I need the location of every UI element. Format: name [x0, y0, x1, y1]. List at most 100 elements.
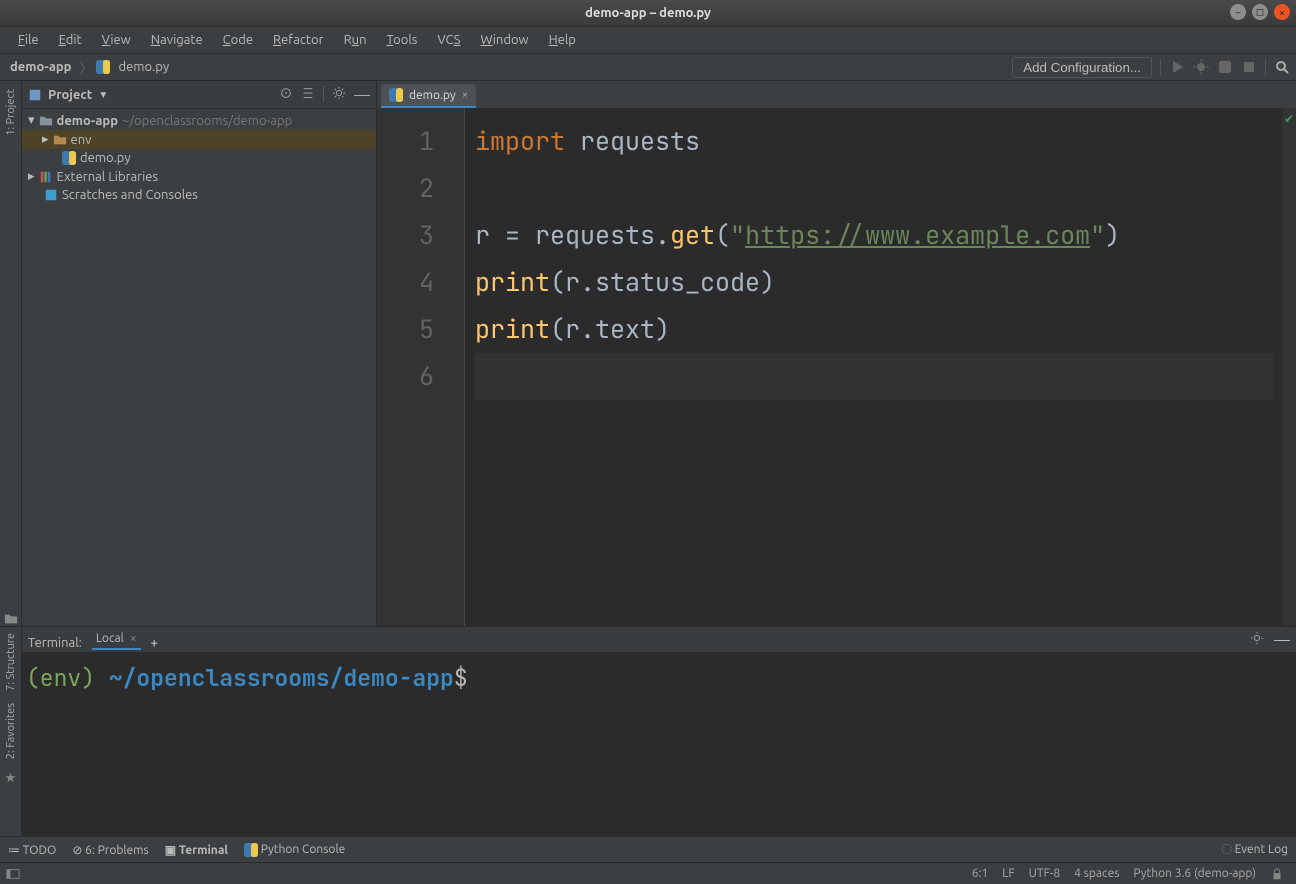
- tree-demo-file-label: demo.py: [80, 151, 131, 165]
- terminal-tab-local[interactable]: Local ×: [92, 629, 141, 650]
- project-tool-window: Project ▼ — ▾ demo-app ~/openclassrooms/…: [22, 81, 377, 626]
- status-position[interactable]: 6:1: [972, 867, 989, 880]
- terminal-header: Terminal: Local × + —: [22, 627, 1296, 653]
- status-encoding[interactable]: UTF-8: [1029, 867, 1060, 880]
- terminal-env: (env): [26, 663, 95, 693]
- star-icon: ★: [5, 771, 17, 786]
- maximize-icon[interactable]: ◻: [1252, 4, 1268, 20]
- scratch-icon: [44, 188, 58, 202]
- project-tree[interactable]: ▾ demo-app ~/openclassrooms/demo-app ▸ e…: [22, 109, 376, 206]
- menu-window[interactable]: Window: [470, 29, 538, 51]
- tree-scratches[interactable]: Scratches and Consoles: [22, 186, 376, 204]
- tool-python-console[interactable]: Python Console: [244, 843, 345, 857]
- python-file-icon: [62, 151, 76, 165]
- run-with-coverage-icon[interactable]: [1217, 59, 1233, 75]
- tool-terminal[interactable]: ▣ Terminal: [165, 843, 228, 857]
- breadcrumb: demo-app 〉 demo.py: [6, 58, 173, 77]
- code-content[interactable]: import requests r = requests.get("https:…: [465, 108, 1282, 626]
- terminal-panel: 7: Structure 2: Favorites ★ Terminal: Lo…: [0, 626, 1296, 836]
- tree-root-path: ~/openclassrooms/demo-app: [122, 114, 292, 128]
- chevron-right-icon: 〉: [79, 58, 92, 77]
- breadcrumb-file[interactable]: demo.py: [114, 58, 173, 76]
- folder-icon: [4, 612, 18, 626]
- toolbar-right: Add Configuration...: [1012, 57, 1290, 78]
- close-icon[interactable]: ×: [130, 632, 137, 645]
- tree-env[interactable]: ▸ env: [22, 130, 376, 149]
- expand-all-icon[interactable]: [301, 86, 315, 100]
- line-number: 1: [377, 118, 434, 165]
- python-file-icon: [96, 60, 110, 74]
- menu-run[interactable]: Run: [334, 29, 377, 51]
- status-interpreter[interactable]: Python 3.6 (demo-app): [1133, 867, 1256, 880]
- status-indent[interactable]: 4 spaces: [1074, 867, 1119, 880]
- menu-tools[interactable]: Tools: [377, 29, 428, 51]
- tree-root[interactable]: ▾ demo-app ~/openclassrooms/demo-app: [22, 111, 376, 130]
- left-stripe-lower: 7: Structure 2: Favorites ★: [0, 627, 22, 836]
- close-icon[interactable]: ×: [462, 89, 468, 101]
- menu-file[interactable]: File: [8, 29, 49, 51]
- add-terminal-button[interactable]: +: [151, 636, 158, 650]
- tool-window-toggle-icon[interactable]: [6, 867, 20, 881]
- line-number: 3: [377, 212, 434, 259]
- chevron-right-icon[interactable]: ▸: [42, 132, 49, 147]
- stop-icon[interactable]: [1241, 59, 1257, 75]
- editor-tabs: demo.py ×: [377, 81, 1296, 108]
- line-number: 4: [377, 259, 434, 306]
- python-file-icon: [389, 88, 403, 102]
- tree-external-libs[interactable]: ▸ External Libraries: [22, 167, 376, 186]
- minimize-icon[interactable]: –: [1230, 4, 1246, 20]
- terminal-prompt: $: [454, 663, 468, 693]
- window-title: demo-app – demo.py: [585, 6, 711, 20]
- menu-vcs[interactable]: VCS: [427, 29, 470, 51]
- menu-refactor[interactable]: Refactor: [263, 29, 334, 51]
- menu-code[interactable]: Code: [213, 29, 263, 51]
- tree-demo-file[interactable]: demo.py: [22, 149, 376, 167]
- run-icon[interactable]: [1169, 59, 1185, 75]
- navigation-bar: demo-app 〉 demo.py Add Configuration...: [0, 54, 1296, 81]
- library-icon: [39, 170, 53, 184]
- chevron-down-icon[interactable]: ▾: [28, 113, 35, 128]
- tool-window-favorites[interactable]: 2: Favorites: [5, 703, 17, 759]
- editor-tab-demo[interactable]: demo.py ×: [381, 84, 476, 108]
- gear-icon[interactable]: [332, 86, 346, 100]
- menu-edit[interactable]: Edit: [49, 29, 92, 51]
- add-configuration-button[interactable]: Add Configuration...: [1012, 57, 1152, 78]
- terminal-content[interactable]: (env) ~/openclassrooms/demo-app$: [22, 653, 1296, 836]
- search-icon[interactable]: [1274, 59, 1290, 75]
- status-line-ending[interactable]: LF: [1002, 867, 1014, 880]
- python-icon: [244, 843, 258, 857]
- line-number: 5: [377, 306, 434, 353]
- breadcrumb-root[interactable]: demo-app: [6, 58, 75, 76]
- terminal-label: Terminal:: [28, 636, 82, 650]
- tool-todo[interactable]: ≔ TODO: [8, 843, 56, 857]
- gear-icon[interactable]: [1250, 631, 1264, 645]
- hide-icon[interactable]: —: [1274, 631, 1290, 649]
- project-icon: [28, 88, 42, 102]
- line-number: 6: [377, 353, 434, 400]
- locate-icon[interactable]: [279, 86, 293, 100]
- inspection-rail: ✔: [1282, 108, 1296, 626]
- debug-icon[interactable]: [1193, 59, 1209, 75]
- menubar: File Edit View Navigate Code Refactor Ru…: [0, 27, 1296, 54]
- lock-icon[interactable]: [1270, 867, 1284, 881]
- separator: [1160, 59, 1161, 75]
- folder-icon: [53, 133, 67, 147]
- close-icon[interactable]: ×: [1274, 4, 1290, 20]
- chevron-right-icon[interactable]: ▸: [28, 169, 35, 184]
- tool-event-log[interactable]: ◌ Event Log: [1222, 843, 1288, 856]
- code-editor[interactable]: 1 2 3 4 5 6 import requests r = requests…: [377, 108, 1296, 626]
- project-header: Project ▼ —: [22, 81, 376, 109]
- chevron-down-icon[interactable]: ▼: [98, 89, 108, 101]
- editor-area: demo.py × 1 2 3 4 5 6 import requests r …: [377, 81, 1296, 626]
- separator: [1265, 59, 1266, 75]
- tool-window-project[interactable]: 1: Project: [5, 89, 17, 136]
- hide-icon[interactable]: —: [354, 86, 370, 104]
- tree-env-label: env: [71, 133, 92, 147]
- line-gutter: 1 2 3 4 5 6: [377, 108, 465, 626]
- menu-help[interactable]: Help: [539, 29, 586, 51]
- menu-view[interactable]: View: [92, 29, 141, 51]
- tool-problems[interactable]: ⊘ 6: Problems: [72, 843, 148, 857]
- tool-window-structure[interactable]: 7: Structure: [5, 633, 17, 691]
- check-icon: ✔: [1284, 112, 1294, 126]
- menu-navigate[interactable]: Navigate: [141, 29, 213, 51]
